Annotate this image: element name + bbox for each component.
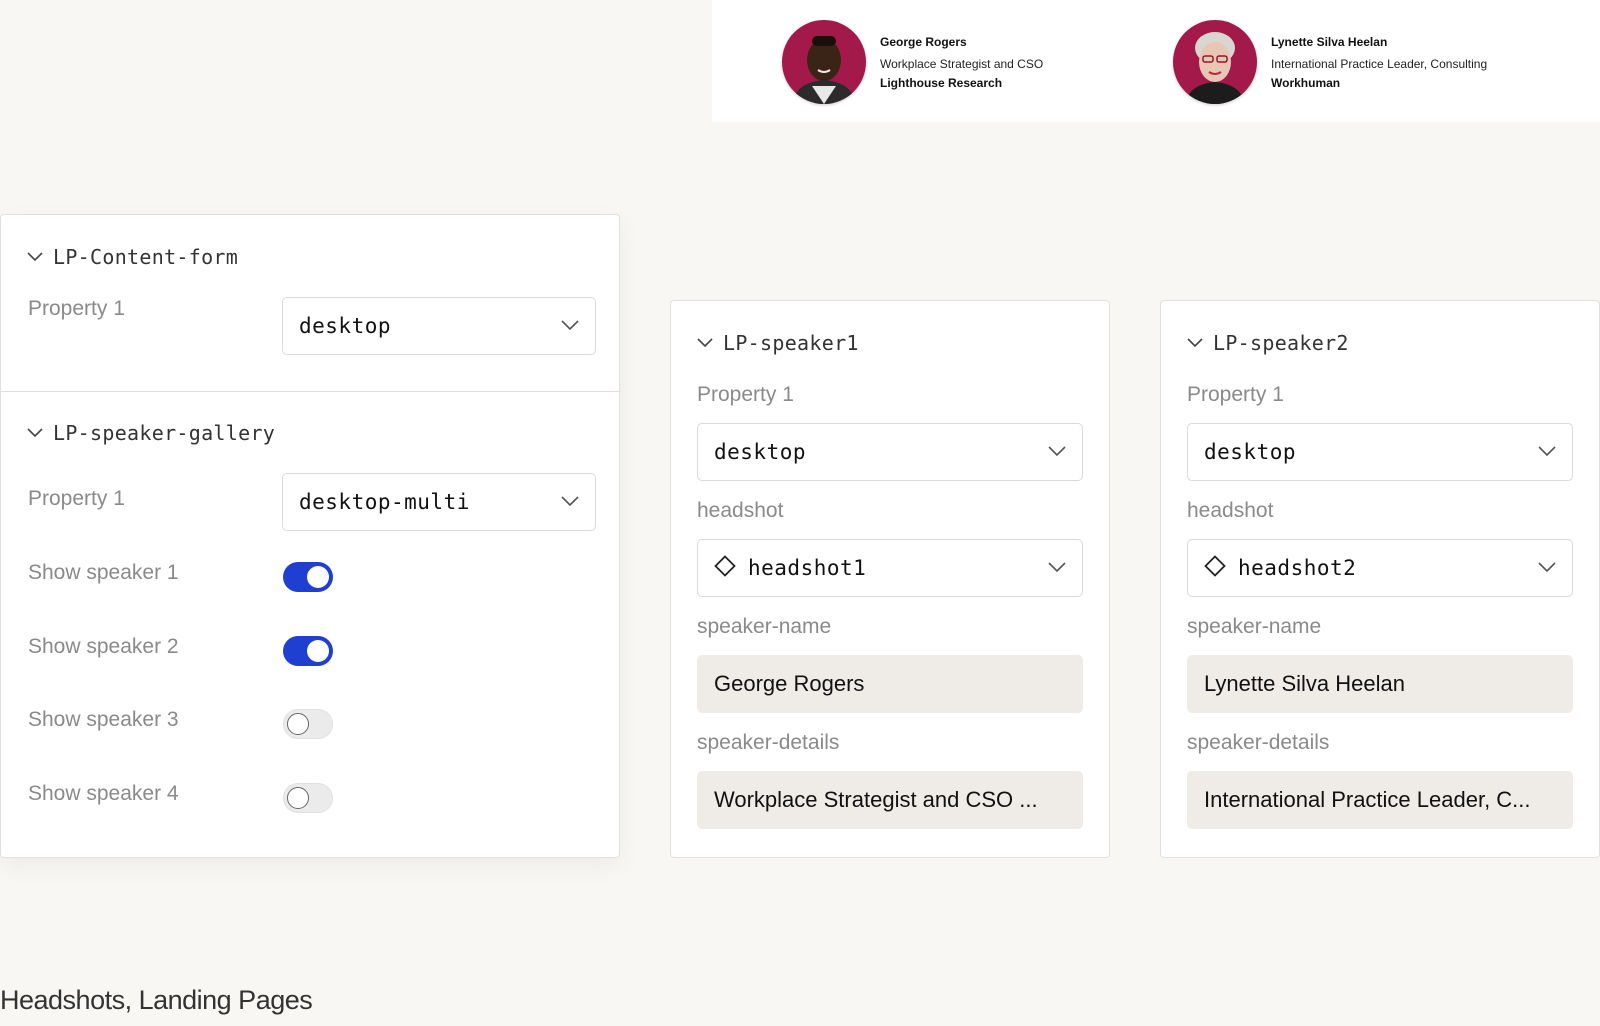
toggle-label-speaker-4: Show speaker 4 (28, 782, 179, 805)
select-value: headshot2 (1238, 556, 1357, 580)
toggle-label-speaker-2: Show speaker 2 (28, 635, 179, 658)
toggle-label-speaker-3: Show speaker 3 (28, 708, 179, 731)
properties-panel-left: LP-Content-form Property 1 desktop LP-sp… (0, 214, 620, 858)
speaker-details-label: speaker-details (1187, 731, 1330, 754)
speaker-details-field[interactable]: Workplace Strategist and CSO ... (697, 771, 1083, 829)
preview-speaker-company: Workhuman (1271, 75, 1341, 90)
select-value: desktop (1204, 440, 1297, 464)
section-title: LP-Content-form (53, 245, 239, 269)
show-speaker-2-toggle[interactable] (283, 636, 333, 666)
component-instance-icon (1204, 554, 1226, 582)
chevron-down-icon[interactable] (1187, 338, 1203, 348)
speaker-name-label: speaker-name (697, 615, 832, 638)
toggle-knob (307, 566, 329, 588)
preview-speaker-title: International Practice Leader, Consultin… (1271, 56, 1488, 71)
show-speaker-4-toggle[interactable] (283, 783, 333, 813)
section-title: LP-speaker2 (1213, 331, 1349, 355)
chevron-down-icon[interactable] (1048, 559, 1066, 577)
toggle-knob (287, 713, 309, 735)
speaker-preview-banner: George Rogers Workplace Strategist and C… (712, 0, 1600, 122)
chevron-down-icon[interactable] (1538, 443, 1556, 461)
chevron-down-icon[interactable] (1538, 559, 1556, 577)
properties-panel-speaker1: LP-speaker1 Property 1 desktop headshot … (670, 300, 1110, 858)
headshot-image (1185, 32, 1245, 104)
speaker-details-label: speaker-details (697, 731, 840, 754)
preview-speaker-name: George Rogers (880, 34, 967, 49)
divider (1, 391, 619, 392)
property-select[interactable]: desktop (282, 297, 596, 355)
property-select[interactable]: desktop (1187, 423, 1573, 481)
headshot-label: headshot (1187, 499, 1274, 522)
property-label: Property 1 (28, 487, 125, 510)
avatar (1173, 20, 1257, 104)
toggle-label-speaker-1: Show speaker 1 (28, 561, 179, 584)
select-value: desktop (299, 314, 392, 338)
headshot-select[interactable]: headshot2 (1187, 539, 1573, 597)
speaker-name-label: speaker-name (1187, 615, 1322, 638)
speaker-card-2: Lynette Silva Heelan International Pract… (1173, 20, 1487, 104)
section-header-speaker-gallery[interactable]: LP-speaker-gallery (27, 421, 275, 445)
property-select[interactable]: desktop-multi (282, 473, 596, 531)
chevron-down-icon[interactable] (697, 338, 713, 348)
properties-panel-speaker2: LP-speaker2 Property 1 desktop headshot … (1160, 300, 1600, 858)
component-instance-icon (714, 554, 736, 582)
chevron-down-icon[interactable] (561, 317, 579, 335)
show-speaker-1-toggle[interactable] (283, 562, 333, 592)
select-value: headshot1 (748, 556, 867, 580)
property-label: Property 1 (697, 383, 794, 406)
chevron-down-icon[interactable] (27, 252, 43, 262)
chevron-down-icon[interactable] (27, 428, 43, 438)
show-speaker-3-toggle[interactable] (283, 709, 333, 739)
headshot-select[interactable]: headshot1 (697, 539, 1083, 597)
select-value: desktop-multi (299, 490, 470, 514)
property-label: Property 1 (28, 297, 125, 320)
property-select[interactable]: desktop (697, 423, 1083, 481)
speaker-name-field[interactable]: George Rogers (697, 655, 1083, 713)
headshot-image (792, 36, 856, 104)
preview-speaker-company: Lighthouse Research (880, 75, 1003, 90)
preview-speaker-title: Workplace Strategist and CSO (880, 56, 1044, 71)
toggle-knob (307, 640, 329, 662)
speaker-card-1: George Rogers Workplace Strategist and C… (782, 20, 1043, 104)
section-header-speaker2[interactable]: LP-speaker2 (1187, 331, 1349, 355)
headshot-label: headshot (697, 499, 784, 522)
toggle-knob (287, 787, 309, 809)
speaker-name-field[interactable]: Lynette Silva Heelan (1187, 655, 1573, 713)
page-title: Headshots, Landing Pages (0, 985, 313, 1015)
chevron-down-icon[interactable] (1048, 443, 1066, 461)
preview-speaker-name: Lynette Silva Heelan (1271, 34, 1388, 49)
chevron-down-icon[interactable] (561, 493, 579, 511)
section-title: LP-speaker-gallery (53, 421, 276, 445)
avatar (782, 20, 866, 104)
property-label: Property 1 (1187, 383, 1284, 406)
select-value: desktop (714, 440, 807, 464)
section-title: LP-speaker1 (723, 331, 859, 355)
section-header-content-form[interactable]: LP-Content-form (27, 245, 238, 269)
section-header-speaker1[interactable]: LP-speaker1 (697, 331, 859, 355)
speaker-details-field[interactable]: International Practice Leader, C... (1187, 771, 1573, 829)
